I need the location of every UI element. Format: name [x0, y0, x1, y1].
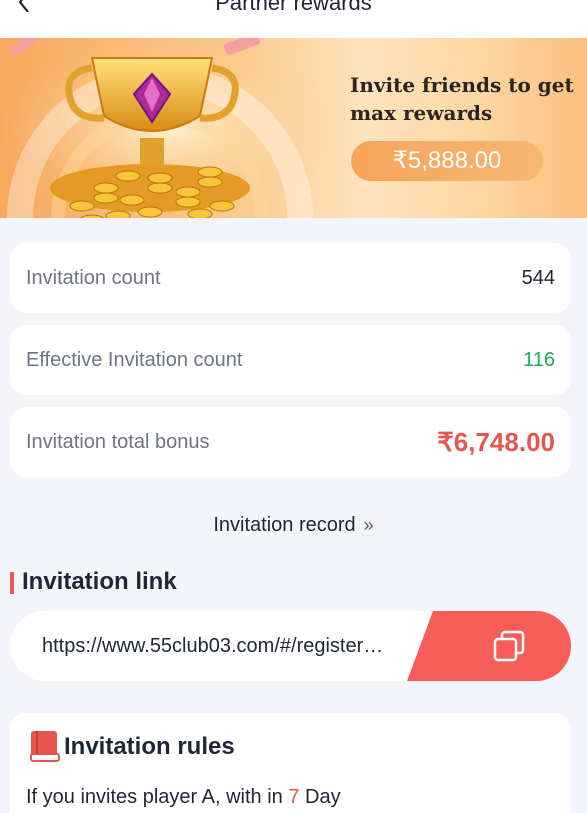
double-chevron-right-icon: »: [363, 515, 374, 535]
rules-text-suffix: Day: [299, 786, 341, 808]
invitation-rules-heading: Invitation rules: [64, 733, 235, 760]
total-bonus-value: ₹6,748.00: [437, 427, 555, 457]
stat-label: Invitation total bonus: [26, 431, 210, 453]
invitation-record-label: Invitation record: [213, 514, 356, 536]
rules-highlight-days: 7: [288, 786, 300, 808]
stat-label: Effective Invitation count: [26, 349, 243, 371]
top-bar: Partner rewards: [0, 0, 587, 38]
page-title: Partner rewards: [215, 0, 372, 15]
section-accent-bar: [10, 572, 14, 594]
invitation-link-url[interactable]: https://www.55club03.com/#/register?invi…: [42, 611, 390, 681]
stat-label: Invitation count: [26, 267, 161, 289]
rules-text: If you invites player A, with in 7 Day: [26, 786, 341, 809]
promo-banner: Invite friends to get max rewards ₹5,888…: [0, 38, 587, 218]
invitation-link-heading: Invitation link: [22, 568, 177, 595]
invitation-count-value: 544: [521, 267, 555, 289]
copy-icon: [493, 630, 525, 662]
banner-headline: Invite friends to get max rewards: [350, 73, 574, 125]
trophy-illustration: [0, 38, 340, 218]
invitation-record-link[interactable]: Invitation record »: [0, 514, 587, 537]
book-icon: [30, 731, 60, 762]
effective-invitation-value: 116: [523, 349, 555, 371]
copy-link-button[interactable]: [407, 611, 571, 681]
effective-invitation-card: Effective Invitation count 116: [10, 325, 571, 395]
max-reward-badge: ₹5,888.00: [351, 141, 543, 181]
invitation-count-card: Invitation count 544: [10, 243, 571, 313]
invitation-rules-card: Invitation rules If you invites player A…: [10, 713, 571, 813]
total-bonus-card: Invitation total bonus ₹6,748.00: [10, 407, 571, 477]
invitation-link-box: https://www.55club03.com/#/register?invi…: [10, 611, 571, 681]
rules-text-prefix: If you invites player A, with in: [26, 786, 289, 808]
